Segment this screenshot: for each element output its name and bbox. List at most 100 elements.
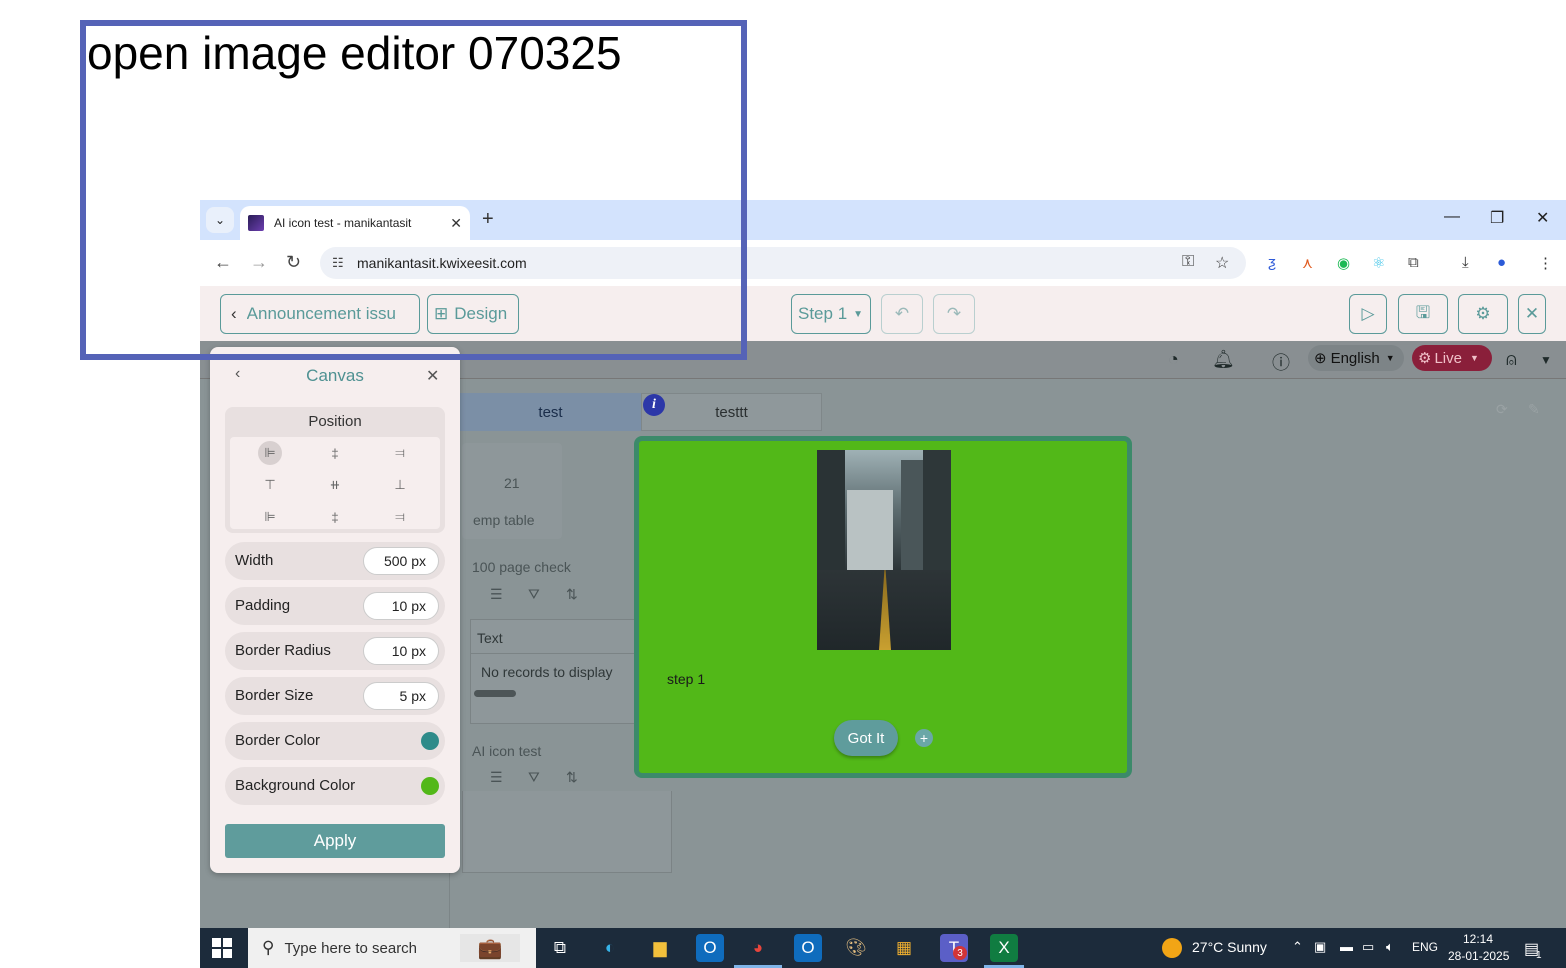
tab-close-icon[interactable]: ✕: [450, 215, 462, 232]
settings-button[interactable]: ⚙: [1458, 294, 1508, 334]
align-bottom-center-icon[interactable]: ‡: [323, 505, 347, 529]
save-button[interactable]: 🖫: [1398, 294, 1448, 334]
url-text[interactable]: manikantasit.kwixeesit.com: [357, 255, 527, 271]
excel-icon[interactable]: X: [990, 934, 1018, 962]
password-key-icon[interactable]: ⚿: [1182, 253, 1194, 271]
clock-date[interactable]: 28-01-2025: [1448, 949, 1509, 963]
taskbar-search-box[interactable]: ⚲ Type here to search 💼: [248, 928, 536, 968]
windows-start-icon[interactable]: [212, 938, 232, 958]
edit-icon[interactable]: ✎: [1528, 401, 1540, 418]
padding-input[interactable]: 10 px: [363, 592, 439, 620]
extension-a-icon[interactable]: ⋏: [1302, 254, 1313, 272]
close-editor-button[interactable]: ✕: [1518, 294, 1546, 334]
edge-browser-icon[interactable]: ◐: [596, 934, 624, 962]
align-bottom-left-icon[interactable]: ⊫: [258, 505, 282, 529]
align-center-horizontal-icon[interactable]: ‡: [323, 441, 347, 465]
user-avatar-icon[interactable]: ⍝: [1506, 349, 1517, 370]
clock-time[interactable]: 12:14: [1463, 932, 1493, 946]
input-language[interactable]: ENG: [1412, 940, 1438, 954]
align-right-icon[interactable]: ⫤: [388, 441, 412, 465]
notification-bell-icon[interactable]: 🔔︎: [1212, 349, 1235, 370]
task-view-icon[interactable]: ⧉: [546, 934, 574, 962]
info-icon[interactable]: i: [643, 394, 665, 416]
account-caret-icon[interactable]: ▼: [1540, 353, 1552, 367]
align-bottom-right-icon[interactable]: ⫤: [388, 505, 412, 529]
outlook-icon[interactable]: O: [696, 934, 724, 962]
extension-z-icon[interactable]: ƺ: [1268, 254, 1276, 271]
outlook-new-icon[interactable]: O: [794, 934, 822, 962]
tray-display-icon[interactable]: ▭: [1362, 939, 1374, 955]
bookmark-star-icon[interactable]: ☆: [1215, 253, 1229, 273]
tray-battery-icon[interactable]: ▬: [1340, 939, 1353, 954]
minimize-icon[interactable]: —: [1444, 208, 1460, 226]
padding-row: Padding 10 px: [225, 587, 445, 625]
extensions-puzzle-icon[interactable]: ⧉: [1408, 254, 1419, 271]
new-tab-plus-icon[interactable]: +: [482, 208, 494, 231]
paint-icon[interactable]: 🎨︎: [842, 934, 870, 962]
align-middle-icon[interactable]: ⧺: [323, 473, 347, 497]
tab-search-chevron-icon[interactable]: ⌄: [206, 207, 234, 233]
align-left-icon[interactable]: ⊫: [258, 441, 282, 465]
preview-play-button[interactable]: ▷: [1349, 294, 1387, 334]
building-right: [923, 450, 951, 590]
filter-icon[interactable]: ⛛: [528, 586, 540, 603]
apply-button[interactable]: Apply: [225, 824, 445, 858]
sort-icon[interactable]: ⇅: [566, 586, 578, 603]
reload-icon[interactable]: ↻: [286, 252, 301, 273]
city-street-image[interactable]: [817, 450, 951, 650]
forward-arrow-icon[interactable]: →: [250, 252, 268, 273]
weather-text[interactable]: 27°C Sunny: [1192, 939, 1267, 955]
border-color-swatch[interactable]: [421, 732, 439, 750]
tray-chevron-up-icon[interactable]: ⌃: [1292, 939, 1303, 955]
redo-button[interactable]: ↷: [933, 294, 975, 334]
align-top-icon[interactable]: ⊤: [258, 473, 282, 497]
profile-avatar-icon[interactable]: ●: [1497, 254, 1506, 271]
omnibox[interactable]: ☷ manikantasit.kwixeesit.com ⚿ ☆: [320, 247, 1246, 279]
window-close-icon[interactable]: ✕: [1536, 208, 1549, 228]
close-icon[interactable]: ✕: [426, 366, 439, 386]
step-description-text[interactable]: step 1: [667, 671, 705, 687]
back-arrow-icon[interactable]: ←: [214, 252, 232, 273]
design-button[interactable]: ⊞ Design: [427, 294, 519, 334]
border-size-input[interactable]: 5 px: [363, 682, 439, 710]
step-select[interactable]: Step 1 ▼: [791, 294, 871, 334]
tab-test[interactable]: test: [460, 393, 641, 431]
column-header-text: Text: [477, 630, 503, 646]
restore-icon[interactable]: ❐: [1490, 208, 1504, 228]
file-explorer-icon[interactable]: ▆: [646, 934, 674, 962]
got-it-button[interactable]: Got It: [834, 720, 898, 756]
live-status-select[interactable]: ⚙ Live ▼: [1412, 345, 1492, 371]
tray-volume-icon[interactable]: 🔈︎: [1386, 939, 1394, 955]
tasks-check-icon[interactable]: ◔: [1168, 349, 1179, 370]
briefcase-icon[interactable]: 💼: [460, 934, 520, 962]
sort-icon[interactable]: ⇅: [566, 769, 578, 786]
add-element-plus-icon[interactable]: +: [915, 729, 933, 747]
extension-react-icon[interactable]: ⚛: [1372, 254, 1385, 272]
border-radius-input[interactable]: 10 px: [363, 637, 439, 665]
tab-testtt[interactable]: testtt: [641, 393, 822, 431]
undo-button[interactable]: ↶: [881, 294, 923, 334]
refresh-icon[interactable]: ⟳: [1496, 401, 1508, 418]
help-icon[interactable]: ⓘ: [1272, 349, 1290, 375]
list-view-icon[interactable]: ☰: [490, 769, 503, 786]
back-to-announcement-button[interactable]: ‹ Announcement issu: [220, 294, 420, 334]
browser-menu-icon[interactable]: ⋮: [1538, 254, 1553, 272]
background-color-swatch[interactable]: [421, 777, 439, 795]
store-icon[interactable]: ▦: [890, 934, 918, 962]
site-settings-icon[interactable]: ☷: [332, 255, 344, 271]
list-view-icon[interactable]: ☰: [490, 586, 503, 603]
width-input[interactable]: 500 px: [363, 547, 439, 575]
extension-grammar-icon[interactable]: ◉: [1337, 254, 1350, 272]
app-toolbar: ‹ Announcement issu ⊞ Design Step 1 ▼ ↶ …: [200, 286, 1566, 341]
language-select[interactable]: ⊕ English ▼: [1308, 345, 1404, 371]
browser-tab-active[interactable]: AI icon test - manikantasit ✕: [240, 206, 470, 240]
sun-weather-icon[interactable]: [1162, 938, 1182, 958]
horizontal-scrollbar[interactable]: [474, 690, 516, 697]
chrome-icon[interactable]: ◕: [744, 934, 772, 962]
no-records-message: No records to display: [481, 664, 613, 680]
step-popup-preview[interactable]: step 1 Got It +: [634, 436, 1132, 778]
align-bottom-icon[interactable]: ⊥: [388, 473, 412, 497]
filter-icon[interactable]: ⛛: [528, 769, 540, 786]
download-icon[interactable]: ⤓: [1462, 254, 1469, 271]
tray-network-icon[interactable]: ▣: [1314, 939, 1326, 955]
